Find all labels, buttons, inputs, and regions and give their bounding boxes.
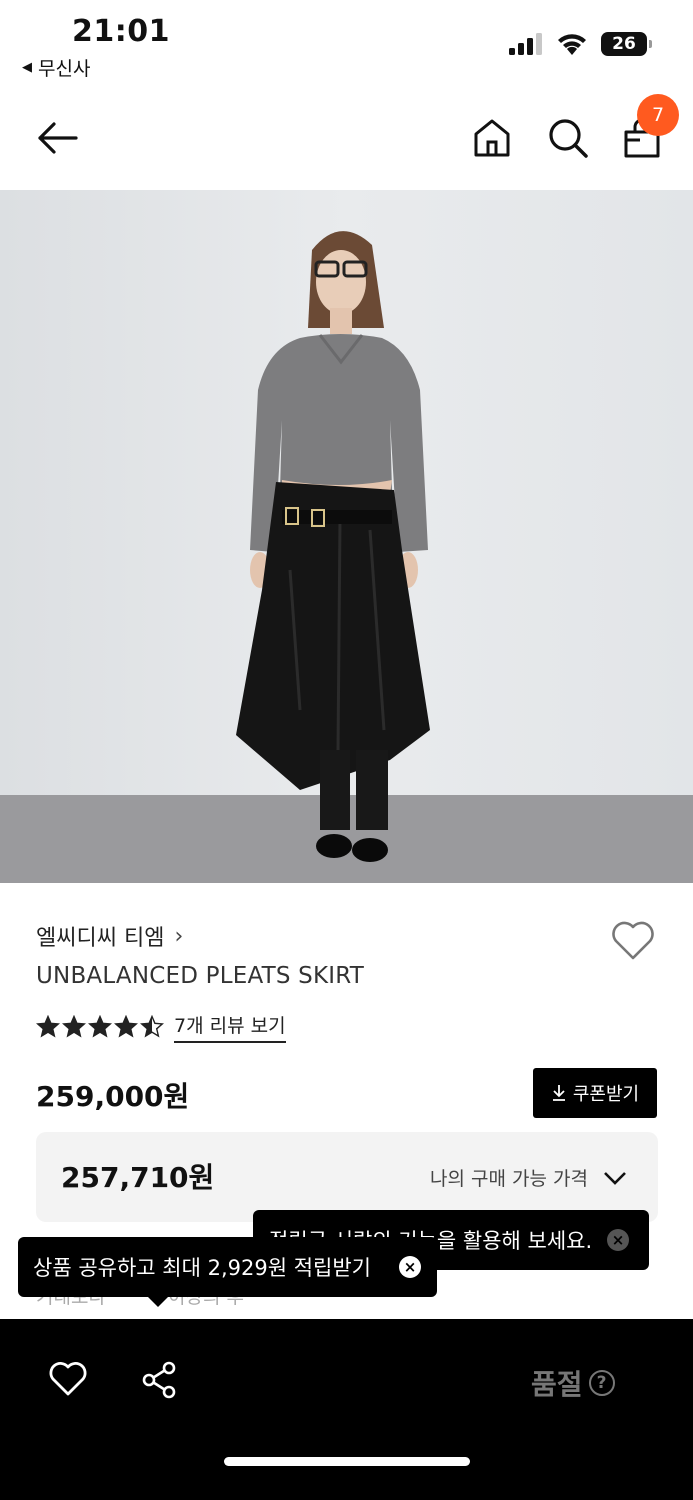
back-to-app-link[interactable]: ◀ 무신사 <box>22 54 90 81</box>
star-icon <box>62 1015 86 1038</box>
sold-out-status: 품절 ? <box>531 1363 615 1403</box>
search-icon[interactable] <box>546 116 590 160</box>
share-reward-tooltip: 상품 공유하고 최대 2,929원 적립받기 × <box>18 1237 437 1307</box>
coupon-label: 쿠폰받기 <box>572 1084 640 1105</box>
back-triangle-icon: ◀ <box>22 60 32 75</box>
wifi-icon <box>558 34 586 55</box>
share-reward-tooltip-text: 상품 공유하고 최대 2,929원 적립받기 <box>33 1256 371 1280</box>
my-price-label: 나의 구매 가능 가격 <box>430 1168 588 1190</box>
bottom-action-bar: 품절 ? <box>0 1319 693 1500</box>
home-indicator <box>224 1457 470 1466</box>
star-icon <box>36 1015 60 1038</box>
product-price: 259,000원 <box>36 1080 190 1113</box>
chevron-down-icon <box>604 1172 626 1185</box>
star-icon <box>114 1015 138 1038</box>
heart-icon[interactable] <box>48 1361 88 1397</box>
status-icons: 26 <box>509 32 652 56</box>
product-photo <box>0 190 693 883</box>
back-arrow-icon[interactable] <box>34 116 82 160</box>
star-rating <box>36 1015 164 1039</box>
my-price-value: 257,710원 <box>61 1161 215 1194</box>
star-icon <box>88 1015 112 1038</box>
status-bar: 21:01 ◀ 무신사 26 <box>0 0 693 88</box>
top-nav-bar <box>0 88 693 190</box>
download-icon <box>552 1085 565 1101</box>
back-app-label: 무신사 <box>38 58 91 80</box>
my-price-box[interactable]: 257,710원 나의 구매 가능 가격 <box>36 1132 658 1222</box>
signal-icon <box>509 33 542 55</box>
rating-row: 7개 리뷰 보기 <box>36 1011 286 1043</box>
product-name: UNBALANCED PLEATS SKIRT <box>36 963 364 989</box>
close-icon[interactable]: × <box>399 1256 421 1278</box>
wishlist-heart-icon[interactable] <box>610 918 656 962</box>
product-image[interactable] <box>0 190 693 883</box>
brand-name: 엘씨디씨 티엠 <box>36 926 165 951</box>
coupon-button[interactable]: 쿠폰받기 <box>533 1068 657 1118</box>
battery-icon: 26 <box>601 32 652 56</box>
brand-link[interactable]: 엘씨디씨 티엠 › <box>36 920 183 952</box>
cart-count-badge: 7 <box>637 94 679 136</box>
close-icon[interactable]: × <box>607 1229 629 1251</box>
sold-out-label: 품절 <box>531 1368 583 1401</box>
help-icon[interactable]: ? <box>588 1370 615 1396</box>
home-icon[interactable] <box>472 116 512 160</box>
share-icon[interactable] <box>140 1361 178 1399</box>
chevron-right-icon: › <box>174 923 184 949</box>
review-link[interactable]: 7개 리뷰 보기 <box>174 1011 286 1043</box>
star-icon <box>140 1015 164 1038</box>
status-time: 21:01 <box>72 14 170 49</box>
